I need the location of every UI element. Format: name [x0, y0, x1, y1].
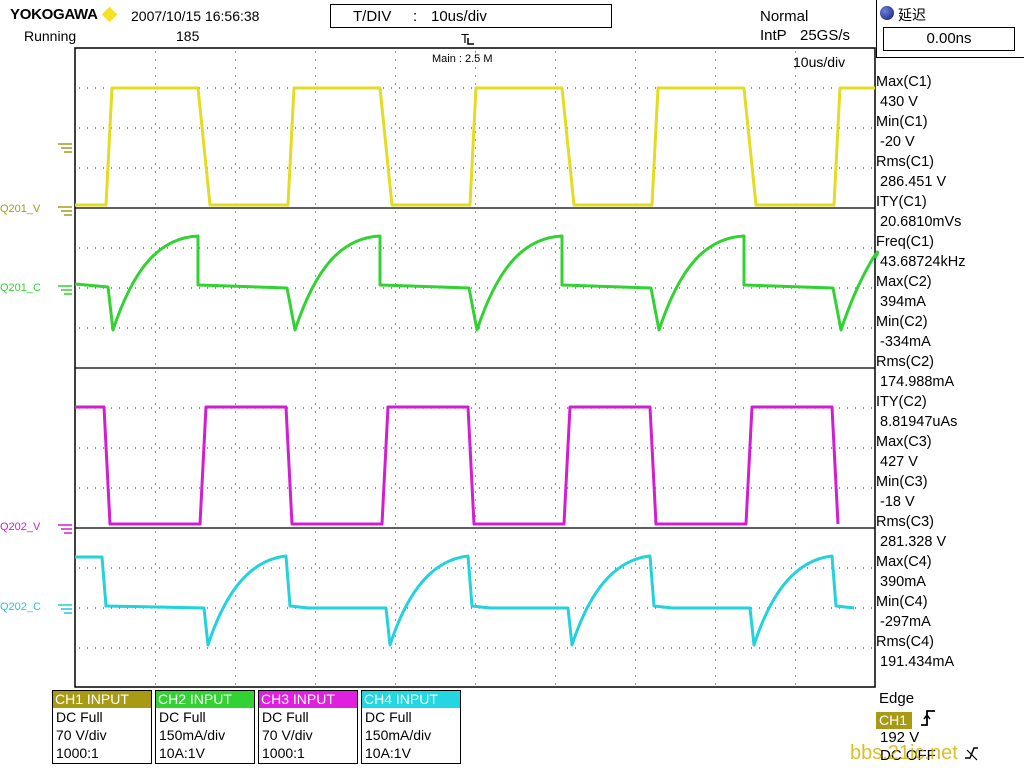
ch2-scale: 150mA/div — [159, 727, 226, 743]
measurement-1: 430 V — [880, 94, 918, 110]
measurement-22: Rms(C3) — [876, 514, 934, 530]
ch1-label: Q201_V — [0, 203, 41, 215]
ch1-ground-marker — [58, 206, 72, 216]
ch1-header: CH1 INPUT — [53, 691, 151, 708]
measurement-19: 427 V — [880, 454, 918, 470]
measurement-13: -334mA — [880, 334, 931, 350]
measurement-29: 191.434mA — [880, 654, 955, 670]
hf-reject-icon — [965, 747, 978, 761]
measurement-8: Freq(C1) — [876, 234, 935, 250]
ch2-probe: 10A:1V — [159, 745, 205, 761]
ch3-coupling: DC Full — [262, 709, 309, 725]
measurement-18: Max(C3) — [876, 434, 932, 450]
ch3-probe: 1000:1 — [262, 745, 305, 761]
ch1-scale: 70 V/div — [56, 727, 107, 743]
ch2-info-box[interactable]: CH2 INPUT DC Full 150mA/div 10A:1V — [155, 690, 255, 764]
ch4-trace — [75, 554, 855, 647]
measurement-2: Min(C1) — [876, 114, 928, 130]
measurement-25: 390mA — [880, 574, 926, 590]
grid-tdiv-label: 10us/div — [793, 54, 846, 70]
measurement-17: 8.81947uAs — [880, 414, 958, 430]
ch2-trace — [74, 234, 880, 332]
measurement-9: 43.68724kHz — [880, 254, 966, 270]
measurement-11: 394mA — [880, 294, 926, 310]
channel-markers — [58, 143, 72, 614]
ch2-header: CH2 INPUT — [156, 691, 254, 708]
ch1-coupling: DC Full — [56, 709, 103, 725]
ch1-trigger-level-marker — [58, 143, 72, 153]
measurement-27: -297mA — [880, 614, 931, 630]
watermark: bbs.21ic.net — [850, 742, 958, 764]
measurement-23: 281.328 V — [880, 534, 947, 550]
trigger-source-badge: CH1 — [876, 712, 912, 729]
ch3-ground-marker — [58, 524, 72, 534]
measurement-4: Rms(C1) — [876, 154, 934, 170]
ch4-scale: 150mA/div — [365, 727, 432, 743]
measurement-24: Max(C4) — [876, 554, 932, 570]
measurement-21: -18 V — [880, 494, 915, 510]
graticule — [74, 47, 876, 688]
ch1-probe: 1000:1 — [56, 745, 99, 761]
rising-edge-icon — [921, 710, 935, 726]
ch4-probe: 10A:1V — [365, 745, 411, 761]
ch2-ground-marker — [58, 285, 72, 295]
measurement-3: -20 V — [880, 134, 915, 150]
ch3-header: CH3 INPUT — [259, 691, 357, 708]
measurement-7: 20.6810mVs — [880, 214, 962, 230]
measurement-6: ITY(C1) — [876, 194, 927, 210]
measurement-14: Rms(C2) — [876, 354, 934, 370]
ch4-header: CH4 INPUT — [362, 691, 460, 708]
ch4-coupling: DC Full — [365, 709, 412, 725]
measurement-20: Min(C3) — [876, 474, 928, 490]
traces — [74, 86, 880, 647]
measurement-10: Max(C2) — [876, 274, 932, 290]
measurement-0: Max(C1) — [876, 74, 932, 90]
ch3-info-box[interactable]: CH3 INPUT DC Full 70 V/div 1000:1 — [258, 690, 358, 764]
measurement-16: ITY(C2) — [876, 394, 927, 410]
measurement-15: 174.988mA — [880, 374, 955, 390]
measurement-5: 286.451 V — [880, 174, 947, 190]
measurement-28: Rms(C4) — [876, 634, 934, 650]
waveform-display[interactable] — [0, 0, 1024, 768]
ch4-label: Q202_C — [0, 601, 41, 613]
ch4-ground-marker — [58, 604, 72, 614]
ch3-label: Q202_V — [0, 521, 41, 533]
ch2-coupling: DC Full — [159, 709, 206, 725]
measurement-12: Min(C2) — [876, 314, 928, 330]
ch2-label: Q201_C — [0, 282, 41, 294]
ch1-info-box[interactable]: CH1 INPUT DC Full 70 V/div 1000:1 — [52, 690, 152, 764]
trigger-type: Edge — [879, 690, 915, 707]
ch4-info-box[interactable]: CH4 INPUT DC Full 150mA/div 10A:1V — [361, 690, 461, 764]
ch3-scale: 70 V/div — [262, 727, 313, 743]
main-memory-label: Main : 2.5 M — [432, 53, 493, 65]
measurement-26: Min(C4) — [876, 594, 928, 610]
ch3-trace — [75, 405, 840, 526]
